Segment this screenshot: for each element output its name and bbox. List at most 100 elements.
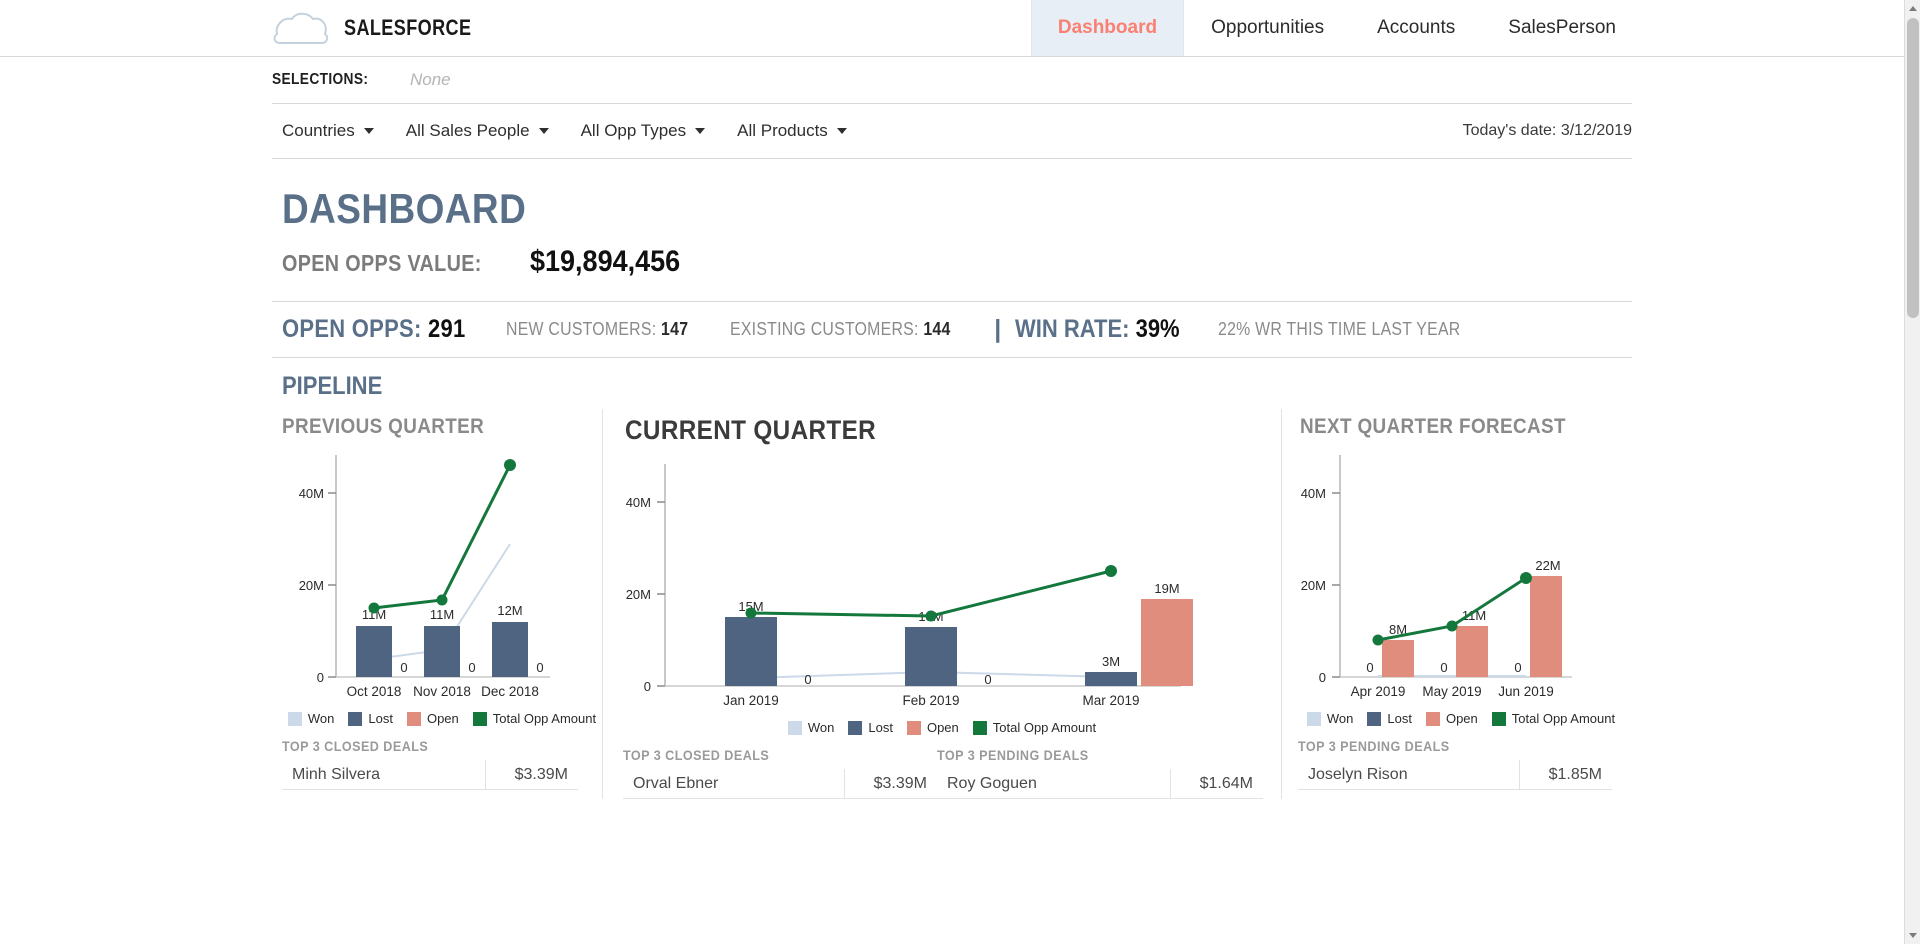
- legend-swatch-total-icon: [1491, 711, 1506, 726]
- page-title: DASHBOARD: [282, 185, 527, 232]
- filter-all-sales-people[interactable]: All Sales People: [406, 121, 549, 141]
- scrollbar-thumb[interactable]: [1907, 18, 1919, 318]
- filter-countries[interactable]: Countries: [282, 121, 374, 141]
- legend-swatch-won-icon: [787, 720, 802, 735]
- pending-deals-next-heading: TOP 3 PENDING DEALS: [1298, 738, 1450, 754]
- filter-all-sales-people-label: All Sales People: [405, 121, 530, 140]
- filter-all-products[interactable]: All Products: [737, 121, 847, 141]
- closed-deals-current-heading: TOP 3 CLOSED DEALS: [623, 747, 770, 763]
- legend-item-won[interactable]: Won: [287, 711, 334, 726]
- deals-previous-quarter: TOP 3 CLOSED DEALS Minh Silvera $3.39M: [282, 726, 602, 790]
- svg-text:Oct 2018: Oct 2018: [347, 684, 402, 699]
- legend-swatch-lost-icon: [348, 711, 363, 726]
- legend-item-won[interactable]: Won: [1306, 711, 1354, 726]
- legend-item-total-opp-amount[interactable]: Total Opp Amount: [1491, 711, 1616, 726]
- stat-existing-customers-label: EXISTING CUSTOMERS:: [729, 319, 919, 339]
- pipeline-heading: PIPELINE: [282, 372, 383, 400]
- legend-swatch-won-icon: [1306, 711, 1321, 726]
- filter-row: Countries All Sales People All Opp Types…: [0, 104, 1904, 159]
- legend-item-total-opp-amount[interactable]: Total Opp Amount: [472, 711, 596, 726]
- filter-all-opp-types[interactable]: All Opp Types: [581, 121, 706, 141]
- stat-win-rate-label: WIN RATE:: [1015, 315, 1130, 343]
- table-row[interactable]: Roy Goguen $1.64M: [937, 768, 1263, 799]
- dashboard-title-block: DASHBOARD OPEN OPPS VALUE: $19,894,456: [272, 159, 1632, 302]
- tab-accounts[interactable]: Accounts: [1350, 0, 1481, 56]
- legend-previous-quarter: Won Lost Open Total Opp Amount: [282, 711, 602, 726]
- table-row[interactable]: Orval Ebner $3.39M: [623, 768, 937, 799]
- pipeline-section: PIPELINE PREVIOUS QUARTER 0 20M 40M 11M …: [0, 358, 1904, 799]
- svg-text:0: 0: [1440, 660, 1447, 675]
- filter-bar: Countries All Sales People All Opp Types…: [272, 104, 1632, 159]
- pipeline-inner: PIPELINE PREVIOUS QUARTER 0 20M 40M 11M …: [272, 358, 1632, 799]
- svg-text:Jan 2019: Jan 2019: [723, 693, 779, 708]
- chart-previous-quarter[interactable]: 0 20M 40M 11M 11M 12M 0 0 0 Oct 2018 Nov…: [282, 439, 602, 709]
- scroll-up-arrow-icon[interactable]: [1905, 0, 1920, 17]
- filter-all-products-label: All Products: [737, 121, 828, 140]
- legend-label-lost: Lost: [368, 711, 393, 726]
- chart-next-quarter-forecast[interactable]: 0 20M 40M 8M 11M 22M 0 0 0 Apr 2019 May …: [1282, 439, 1640, 709]
- legend-label-won: Won: [1326, 711, 1354, 726]
- tab-salesperson[interactable]: SalesPerson: [1481, 0, 1642, 56]
- tab-opportunities[interactable]: Opportunities: [1184, 0, 1350, 56]
- legend-current-quarter: Won Lost Open Total Opp Amount: [603, 720, 1281, 735]
- stat-open-opps-label: OPEN OPPS:: [282, 315, 422, 343]
- stat-existing-customers: EXISTING CUSTOMERS: 144: [730, 319, 951, 340]
- legend-item-lost[interactable]: Lost: [348, 711, 393, 726]
- filter-all-opp-types-label: All Opp Types: [580, 121, 687, 140]
- chevron-down-icon: [363, 128, 374, 134]
- chart-current-quarter[interactable]: 0 20M 40M 15M 3M 19M 0 0 Jan 2019 Feb 20…: [603, 446, 1281, 718]
- deal-name: Orval Ebner: [623, 768, 845, 799]
- deal-amount: $1.85M: [1548, 765, 1602, 783]
- selections-row: SELECTIONS: None: [0, 57, 1904, 104]
- pending-deals-next: TOP 3 PENDING DEALS Joselyn Rison $1.85M: [1282, 726, 1612, 790]
- panel-previous-quarter-title: PREVIOUS QUARTER: [282, 415, 485, 438]
- filter-countries-label: Countries: [282, 121, 355, 140]
- stats-row: OPEN OPPS: 291 NEW CUSTOMERS: 147 EXISTI…: [0, 302, 1904, 358]
- cloud-icon: [273, 12, 329, 44]
- svg-text:20M: 20M: [1301, 578, 1326, 593]
- legend-item-total-opp-amount[interactable]: Total Opp Amount: [972, 720, 1096, 735]
- svg-text:19M: 19M: [1154, 581, 1179, 596]
- deal-name: Minh Silvera: [282, 759, 486, 790]
- vertical-scrollbar[interactable]: [1904, 0, 1920, 944]
- page-content: SALESFORCE Dashboard Opportunities Accou…: [0, 0, 1904, 944]
- deal-amount: $1.64M: [1199, 774, 1253, 792]
- legend-item-won[interactable]: Won: [787, 720, 835, 735]
- stat-new-customers-label: NEW CUSTOMERS:: [506, 319, 657, 339]
- legend-item-open[interactable]: Open: [406, 711, 459, 726]
- table-row[interactable]: Minh Silvera $3.39M: [282, 759, 578, 790]
- legend-label-total-opp-amount: Total Opp Amount: [1511, 711, 1616, 726]
- legend-swatch-total-icon: [472, 711, 487, 726]
- stat-open-opps: OPEN OPPS: 291: [282, 315, 465, 344]
- table-row[interactable]: Joselyn Rison $1.85M: [1298, 759, 1612, 790]
- deal-name: Roy Goguen: [937, 768, 1171, 799]
- svg-text:0: 0: [536, 660, 543, 675]
- tab-dashboard[interactable]: Dashboard: [1030, 0, 1185, 56]
- deal-amount: $3.39M: [873, 774, 927, 792]
- legend-item-lost[interactable]: Lost: [848, 720, 893, 735]
- stat-last-year-note: 22% WR THIS TIME LAST YEAR: [1218, 319, 1461, 339]
- svg-text:11M: 11M: [430, 607, 454, 622]
- stat-existing-customers-value: 144: [922, 319, 951, 339]
- svg-text:12M: 12M: [497, 603, 522, 618]
- selections-value: None: [409, 70, 451, 89]
- legend-item-open[interactable]: Open: [906, 720, 959, 735]
- app-window: SALESFORCE Dashboard Opportunities Accou…: [0, 0, 1920, 944]
- svg-text:0: 0: [400, 660, 407, 675]
- legend-item-lost[interactable]: Lost: [1367, 711, 1412, 726]
- open-opps-value-row: OPEN OPPS VALUE: $19,894,456: [282, 245, 1632, 279]
- brand-name: SALESFORCE: [344, 15, 472, 40]
- deal-amount: $3.39M: [514, 765, 568, 783]
- svg-text:0: 0: [984, 672, 991, 687]
- svg-text:0: 0: [1319, 670, 1326, 685]
- legend-label-won: Won: [807, 720, 835, 735]
- deal-name: Joselyn Rison: [1298, 759, 1520, 790]
- svg-text:Apr 2019: Apr 2019: [1351, 684, 1406, 699]
- svg-text:3M: 3M: [1102, 654, 1120, 669]
- scroll-down-arrow-icon[interactable]: [1905, 927, 1920, 944]
- stat-open-opps-value: 291: [427, 315, 466, 343]
- chevron-down-icon: [538, 128, 549, 134]
- pipeline-panels: PREVIOUS QUARTER 0 20M 40M 11M 11M 12M 0…: [282, 409, 1642, 799]
- legend-item-open[interactable]: Open: [1425, 711, 1478, 726]
- pending-deals-current-heading: TOP 3 PENDING DEALS: [937, 747, 1089, 763]
